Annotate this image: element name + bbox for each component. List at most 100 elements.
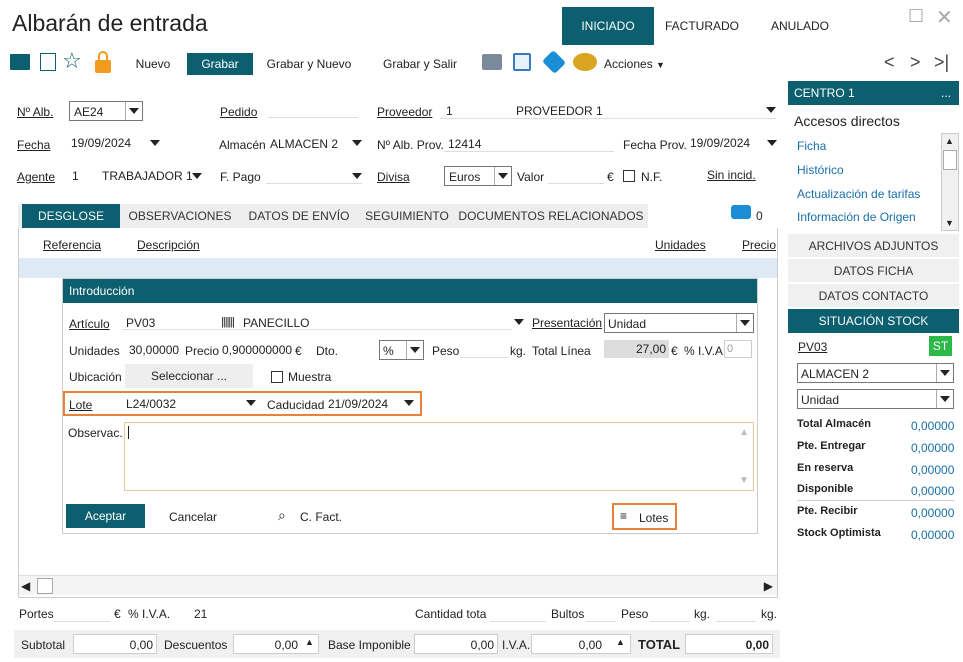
grabar-salir-button[interactable]: Grabar y Salir (376, 53, 464, 75)
portes-input[interactable] (54, 604, 110, 622)
muestra-checkbox[interactable] (271, 371, 283, 383)
link-origen[interactable]: Información de Origen (797, 210, 916, 224)
status-facturado[interactable]: FACTURADO (656, 7, 748, 45)
almacen-value[interactable]: ALMACEN 2 (270, 137, 338, 151)
more-icon[interactable]: ... (941, 81, 951, 105)
fpago-input[interactable] (266, 166, 362, 184)
section-archivos[interactable]: ARCHIVOS ADJUNTOS (788, 234, 959, 258)
tab-seguimiento[interactable]: SEGUIMIENTO (360, 204, 454, 228)
almacen-dropdown-icon[interactable] (352, 140, 362, 146)
articulo-dropdown-icon[interactable] (514, 319, 524, 325)
sin-incid-link[interactable]: Sin incid. (707, 168, 756, 182)
print-icon[interactable] (482, 54, 502, 70)
fecha-prov-value[interactable]: 19/09/2024 (690, 136, 750, 150)
iva-input[interactable]: 0 (724, 340, 752, 358)
lote-value[interactable]: L24/0032 (126, 397, 176, 411)
tab-datos-envio[interactable]: DATOS DE ENVÍO (240, 204, 358, 228)
status-iniciado[interactable]: INICIADO (562, 7, 654, 45)
n-alb-select[interactable]: AE24 (69, 101, 143, 121)
table-row[interactable] (19, 258, 777, 278)
tab-desglose[interactable]: DESGLOSE (22, 204, 120, 228)
footer-peso2-input[interactable] (716, 604, 756, 622)
agente-dropdown-icon[interactable] (192, 173, 202, 179)
cancelar-button[interactable]: Cancelar (169, 510, 217, 524)
dto-select[interactable]: % (379, 340, 424, 360)
scroll-down-icon[interactable]: ▼ (739, 475, 749, 486)
grabar-button[interactable]: Grabar (187, 53, 253, 75)
scroll-thumb[interactable] (943, 150, 957, 170)
scroll-thumb[interactable] (37, 578, 53, 594)
prev-icon[interactable]: < (884, 52, 895, 73)
next-icon[interactable]: > (910, 52, 921, 73)
stock-header[interactable]: SITUACIÓN STOCK (788, 309, 959, 333)
scroll-right-icon[interactable]: ▶ (764, 579, 773, 593)
last-icon[interactable]: >| (934, 52, 949, 73)
list-icon: ≡ (620, 509, 628, 523)
fecha-dropdown-icon[interactable] (150, 140, 160, 146)
scroll-down-icon[interactable]: ▼ (945, 218, 954, 228)
stock-item[interactable]: PV03 (798, 340, 827, 354)
pedido-input[interactable] (268, 100, 358, 118)
caducidad-value[interactable]: 21/09/2024 (328, 397, 388, 411)
accesos-scrollbar[interactable]: ▲ ▼ (941, 133, 959, 231)
lotes-button[interactable]: ≡ Lotes (612, 503, 677, 530)
acciones-button[interactable]: Acciones ▼ (604, 53, 670, 75)
nf-checkbox[interactable] (623, 170, 635, 182)
dropdown-arrow-icon (936, 364, 953, 382)
star-icon[interactable]: ☆ (62, 48, 82, 74)
caducidad-dropdown-icon[interactable] (404, 400, 414, 406)
fpago-dropdown-icon[interactable] (352, 173, 362, 179)
link-tarifas[interactable]: Actualización de tarifas (797, 187, 920, 201)
lock-icon[interactable] (95, 60, 111, 73)
stock-unidad-select[interactable]: Unidad (797, 389, 954, 409)
coins-icon[interactable] (573, 53, 597, 71)
agente-code[interactable]: 1 (72, 169, 79, 183)
copy-icon[interactable] (40, 53, 56, 71)
close-icon[interactable]: ✕ (936, 5, 953, 30)
peso-input[interactable] (460, 340, 508, 358)
scroll-left-icon[interactable]: ◀ (21, 579, 30, 593)
stock-almacen-select[interactable]: ALMACEN 2 (797, 363, 954, 383)
valor-input[interactable] (548, 166, 604, 184)
scroll-up-icon[interactable]: ▲ (739, 427, 749, 438)
unidades-value[interactable]: 30,00000 (129, 343, 179, 357)
lote-dropdown-icon[interactable] (246, 400, 256, 406)
bultos-input[interactable] (586, 604, 616, 622)
tab-observaciones[interactable]: OBSERVACIONES (124, 204, 236, 228)
status-anulado[interactable]: ANULADO (754, 7, 846, 45)
observ-label: Observac. (68, 426, 123, 440)
grabar-nuevo-button[interactable]: Grabar y Nuevo (262, 53, 356, 75)
col-descripcion[interactable]: Descripción (137, 238, 200, 252)
link-ficha[interactable]: Ficha (797, 139, 826, 153)
tab-documentos[interactable]: DOCUMENTOS RELACIONADOS (456, 204, 646, 228)
folder-icon[interactable] (10, 54, 30, 70)
horizontal-scrollbar[interactable]: ◀ ▶ (19, 575, 777, 595)
maximize-icon[interactable]: ☐ (908, 6, 924, 27)
precio-value[interactable]: 0,900000000 (222, 343, 292, 357)
fecha-prov-dropdown-icon[interactable] (767, 140, 777, 146)
col-precio[interactable]: Precio (742, 238, 776, 252)
agente-name[interactable]: TRABAJADOR 1 (102, 169, 193, 183)
footer-iva-value[interactable]: 21 (194, 607, 207, 621)
cfact-button[interactable]: C. Fact. (300, 510, 342, 524)
divisa-select[interactable]: Euros (444, 166, 512, 186)
observ-textarea[interactable]: ▲ ▼ (124, 422, 754, 491)
preview-icon[interactable] (513, 53, 531, 71)
col-referencia[interactable]: Referencia (43, 238, 101, 252)
section-datos-contacto[interactable]: DATOS CONTACTO (788, 284, 959, 308)
seleccionar-button[interactable]: Seleccionar ... (125, 364, 253, 388)
col-unidades[interactable]: Unidades (655, 238, 706, 252)
caret-up-icon[interactable]: ▲ (616, 637, 625, 647)
search-icon[interactable]: ⌕ (278, 507, 286, 524)
fecha-value[interactable]: 19/09/2024 (71, 136, 131, 150)
aceptar-button[interactable]: Aceptar (66, 504, 145, 528)
presentacion-select[interactable]: Unidad (604, 313, 754, 333)
caret-up-icon[interactable]: ▲ (305, 637, 314, 647)
link-historico[interactable]: Histórico (797, 163, 844, 177)
section-datos-ficha[interactable]: DATOS FICHA (788, 259, 959, 283)
tag-icon[interactable] (541, 49, 567, 75)
footer-peso-input[interactable] (650, 604, 690, 622)
comment-icon[interactable] (731, 205, 751, 219)
nuevo-button[interactable]: Nuevo (128, 53, 178, 75)
scroll-up-icon[interactable]: ▲ (945, 136, 954, 146)
